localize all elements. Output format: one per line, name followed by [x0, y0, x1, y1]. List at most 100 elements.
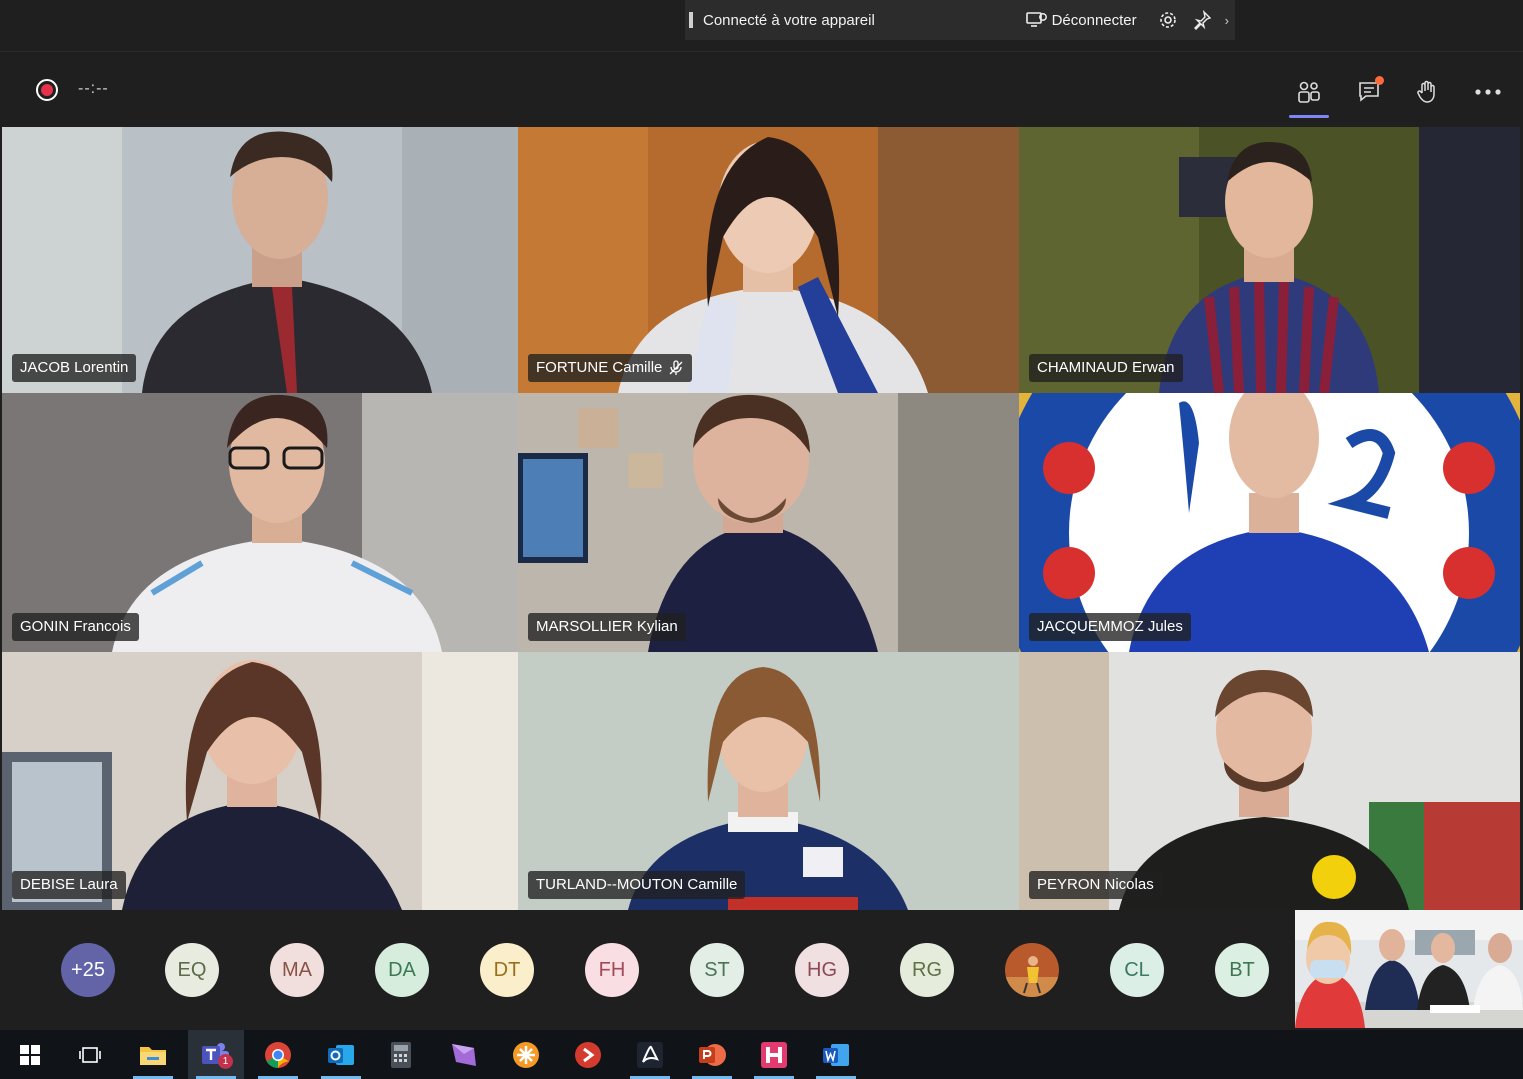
participants-icon [1298, 81, 1320, 103]
remote-desktop-icon [575, 1041, 601, 1068]
powerpoint-taskbar-button[interactable] [684, 1030, 740, 1079]
word-icon [823, 1043, 849, 1066]
onenote-icon [452, 1043, 476, 1066]
disconnect-button[interactable]: Déconnecter [1025, 11, 1137, 29]
pin-icon[interactable] [1191, 9, 1213, 31]
avatar-initials: RG [912, 958, 942, 981]
video-tile[interactable]: CHAMINAUD Erwan [1019, 127, 1520, 393]
participant-name-tag: JACQUEMMOZ Jules [1029, 613, 1191, 641]
meeting-toolbar: --:-- [0, 52, 1523, 127]
connection-status-text: Connecté à votre appareil [703, 11, 875, 29]
settings-icon[interactable] [1157, 9, 1179, 31]
participant-name-tag: MARSOLLIER Kylian [528, 613, 686, 641]
windows-start-button[interactable] [2, 1030, 58, 1079]
mic-muted-icon [669, 360, 683, 375]
avatar-initials: BT [1229, 958, 1255, 981]
acrobat-taskbar-button[interactable] [622, 1030, 678, 1079]
participant-name-tag: FORTUNE Camille [528, 354, 693, 382]
teams-notification-badge: 1 [218, 1054, 233, 1069]
participant-avatar[interactable]: CL [1110, 943, 1164, 997]
video-tile[interactable]: JACQUEMMOZ Jules [1019, 393, 1520, 652]
drag-handle-icon[interactable] [689, 12, 693, 28]
video-tile[interactable]: MARSOLLIER Kylian [518, 393, 1019, 652]
video-tile[interactable]: GONIN Francois [2, 393, 518, 652]
participant-name-tag: GONIN Francois [12, 613, 139, 641]
overflow-participants-button[interactable]: +25 [61, 943, 115, 997]
raise-hand-button[interactable] [1407, 74, 1447, 110]
participant-name: DEBISE Laura [20, 876, 118, 893]
video-tile[interactable]: PEYRON Nicolas [1019, 652, 1520, 910]
overflow-count: +25 [71, 958, 105, 981]
record-icon [36, 79, 58, 101]
calculator-taskbar-button[interactable] [373, 1030, 429, 1079]
app-flower-icon [513, 1041, 539, 1068]
participant-name: GONIN Francois [20, 618, 131, 635]
word-taskbar-button[interactable] [808, 1030, 864, 1079]
windows-taskbar: 1 [0, 1030, 1523, 1079]
participant-name-tag: JACOB Lorentin [12, 354, 137, 382]
task-view-button[interactable] [62, 1030, 118, 1079]
orange-app-taskbar-button[interactable] [498, 1030, 554, 1079]
chat-button[interactable] [1350, 74, 1390, 110]
participant-name: CHAMINAUD Erwan [1037, 359, 1175, 376]
participants-button[interactable] [1289, 74, 1329, 118]
onenote-taskbar-button[interactable] [436, 1030, 492, 1079]
self-view-video[interactable] [1295, 910, 1523, 1028]
participant-avatar[interactable]: FH [585, 943, 639, 997]
powerpoint-icon [699, 1043, 726, 1066]
participant-avatar[interactable]: MA [270, 943, 324, 997]
participant-name-tag: CHAMINAUD Erwan [1029, 354, 1183, 382]
participant-avatar-photo[interactable] [1005, 943, 1059, 997]
participant-avatar[interactable]: DA [375, 943, 429, 997]
video-grid: JACOB Lorentin FORTUNE Camille CHAMINAUD… [2, 127, 1520, 910]
disconnect-label: Déconnecter [1051, 11, 1137, 29]
video-tile[interactable]: DEBISE Laura [2, 652, 518, 910]
file-explorer-button[interactable] [125, 1030, 181, 1079]
avatar-initials: DT [493, 958, 521, 981]
self-view-image [1295, 910, 1523, 1028]
avatar-initials: DA [388, 958, 416, 981]
chrome-icon [265, 1041, 291, 1068]
task-view-icon [79, 1046, 101, 1063]
calculator-icon [391, 1041, 411, 1068]
more-options-button[interactable] [1468, 74, 1508, 110]
title-strip: Connecté à votre appareil Déconnecter › [0, 0, 1523, 52]
participant-name: JACOB Lorentin [20, 359, 129, 376]
remote-connection-bar: Connecté à votre appareil Déconnecter › [685, 0, 1235, 40]
chat-notification-dot [1375, 76, 1384, 85]
participant-avatar[interactable]: RG [900, 943, 954, 997]
h-app-taskbar-button[interactable] [746, 1030, 802, 1079]
outlook-icon [328, 1044, 354, 1065]
file-explorer-icon [140, 1046, 166, 1065]
participant-avatar[interactable]: EQ [165, 943, 219, 997]
avatar-initials: HG [807, 958, 837, 981]
meeting-timer: --:-- [78, 80, 109, 97]
participant-name-tag: TURLAND--MOUTON Camille [528, 871, 746, 899]
video-tile[interactable]: FORTUNE Camille [518, 127, 1019, 393]
participant-name: JACQUEMMOZ Jules [1037, 618, 1183, 635]
video-tile[interactable]: JACOB Lorentin [2, 127, 518, 393]
participant-name-tag: DEBISE Laura [12, 871, 126, 899]
chrome-taskbar-button[interactable] [250, 1030, 306, 1079]
participant-avatar[interactable]: ST [690, 943, 744, 997]
teams-taskbar-button[interactable]: 1 [188, 1030, 244, 1079]
disconnect-icon [1025, 12, 1047, 27]
avatar-initials: FH [598, 958, 626, 981]
chevron-right-icon[interactable]: › [1225, 13, 1229, 28]
avatar-photo-image [1005, 943, 1059, 997]
participant-avatar[interactable]: DT [480, 943, 534, 997]
avatar-initials: CL [1124, 958, 1150, 981]
participant-avatar[interactable]: BT [1215, 943, 1269, 997]
remote-desktop-taskbar-button[interactable] [560, 1030, 616, 1079]
video-tile[interactable]: TURLAND--MOUTON Camille [518, 652, 1019, 910]
participant-name: FORTUNE Camille [536, 359, 663, 376]
participant-name: TURLAND--MOUTON Camille [536, 876, 738, 893]
h-app-icon [761, 1041, 787, 1068]
outlook-taskbar-button[interactable] [313, 1030, 369, 1079]
avatar-initials: EQ [177, 958, 207, 981]
participant-avatar[interactable]: HG [795, 943, 849, 997]
more-options-icon [1475, 89, 1501, 95]
participant-name: PEYRON Nicolas [1037, 876, 1154, 893]
participant-name-tag: PEYRON Nicolas [1029, 871, 1162, 899]
teams-meeting-window: Connecté à votre appareil Déconnecter › … [0, 0, 1523, 1079]
